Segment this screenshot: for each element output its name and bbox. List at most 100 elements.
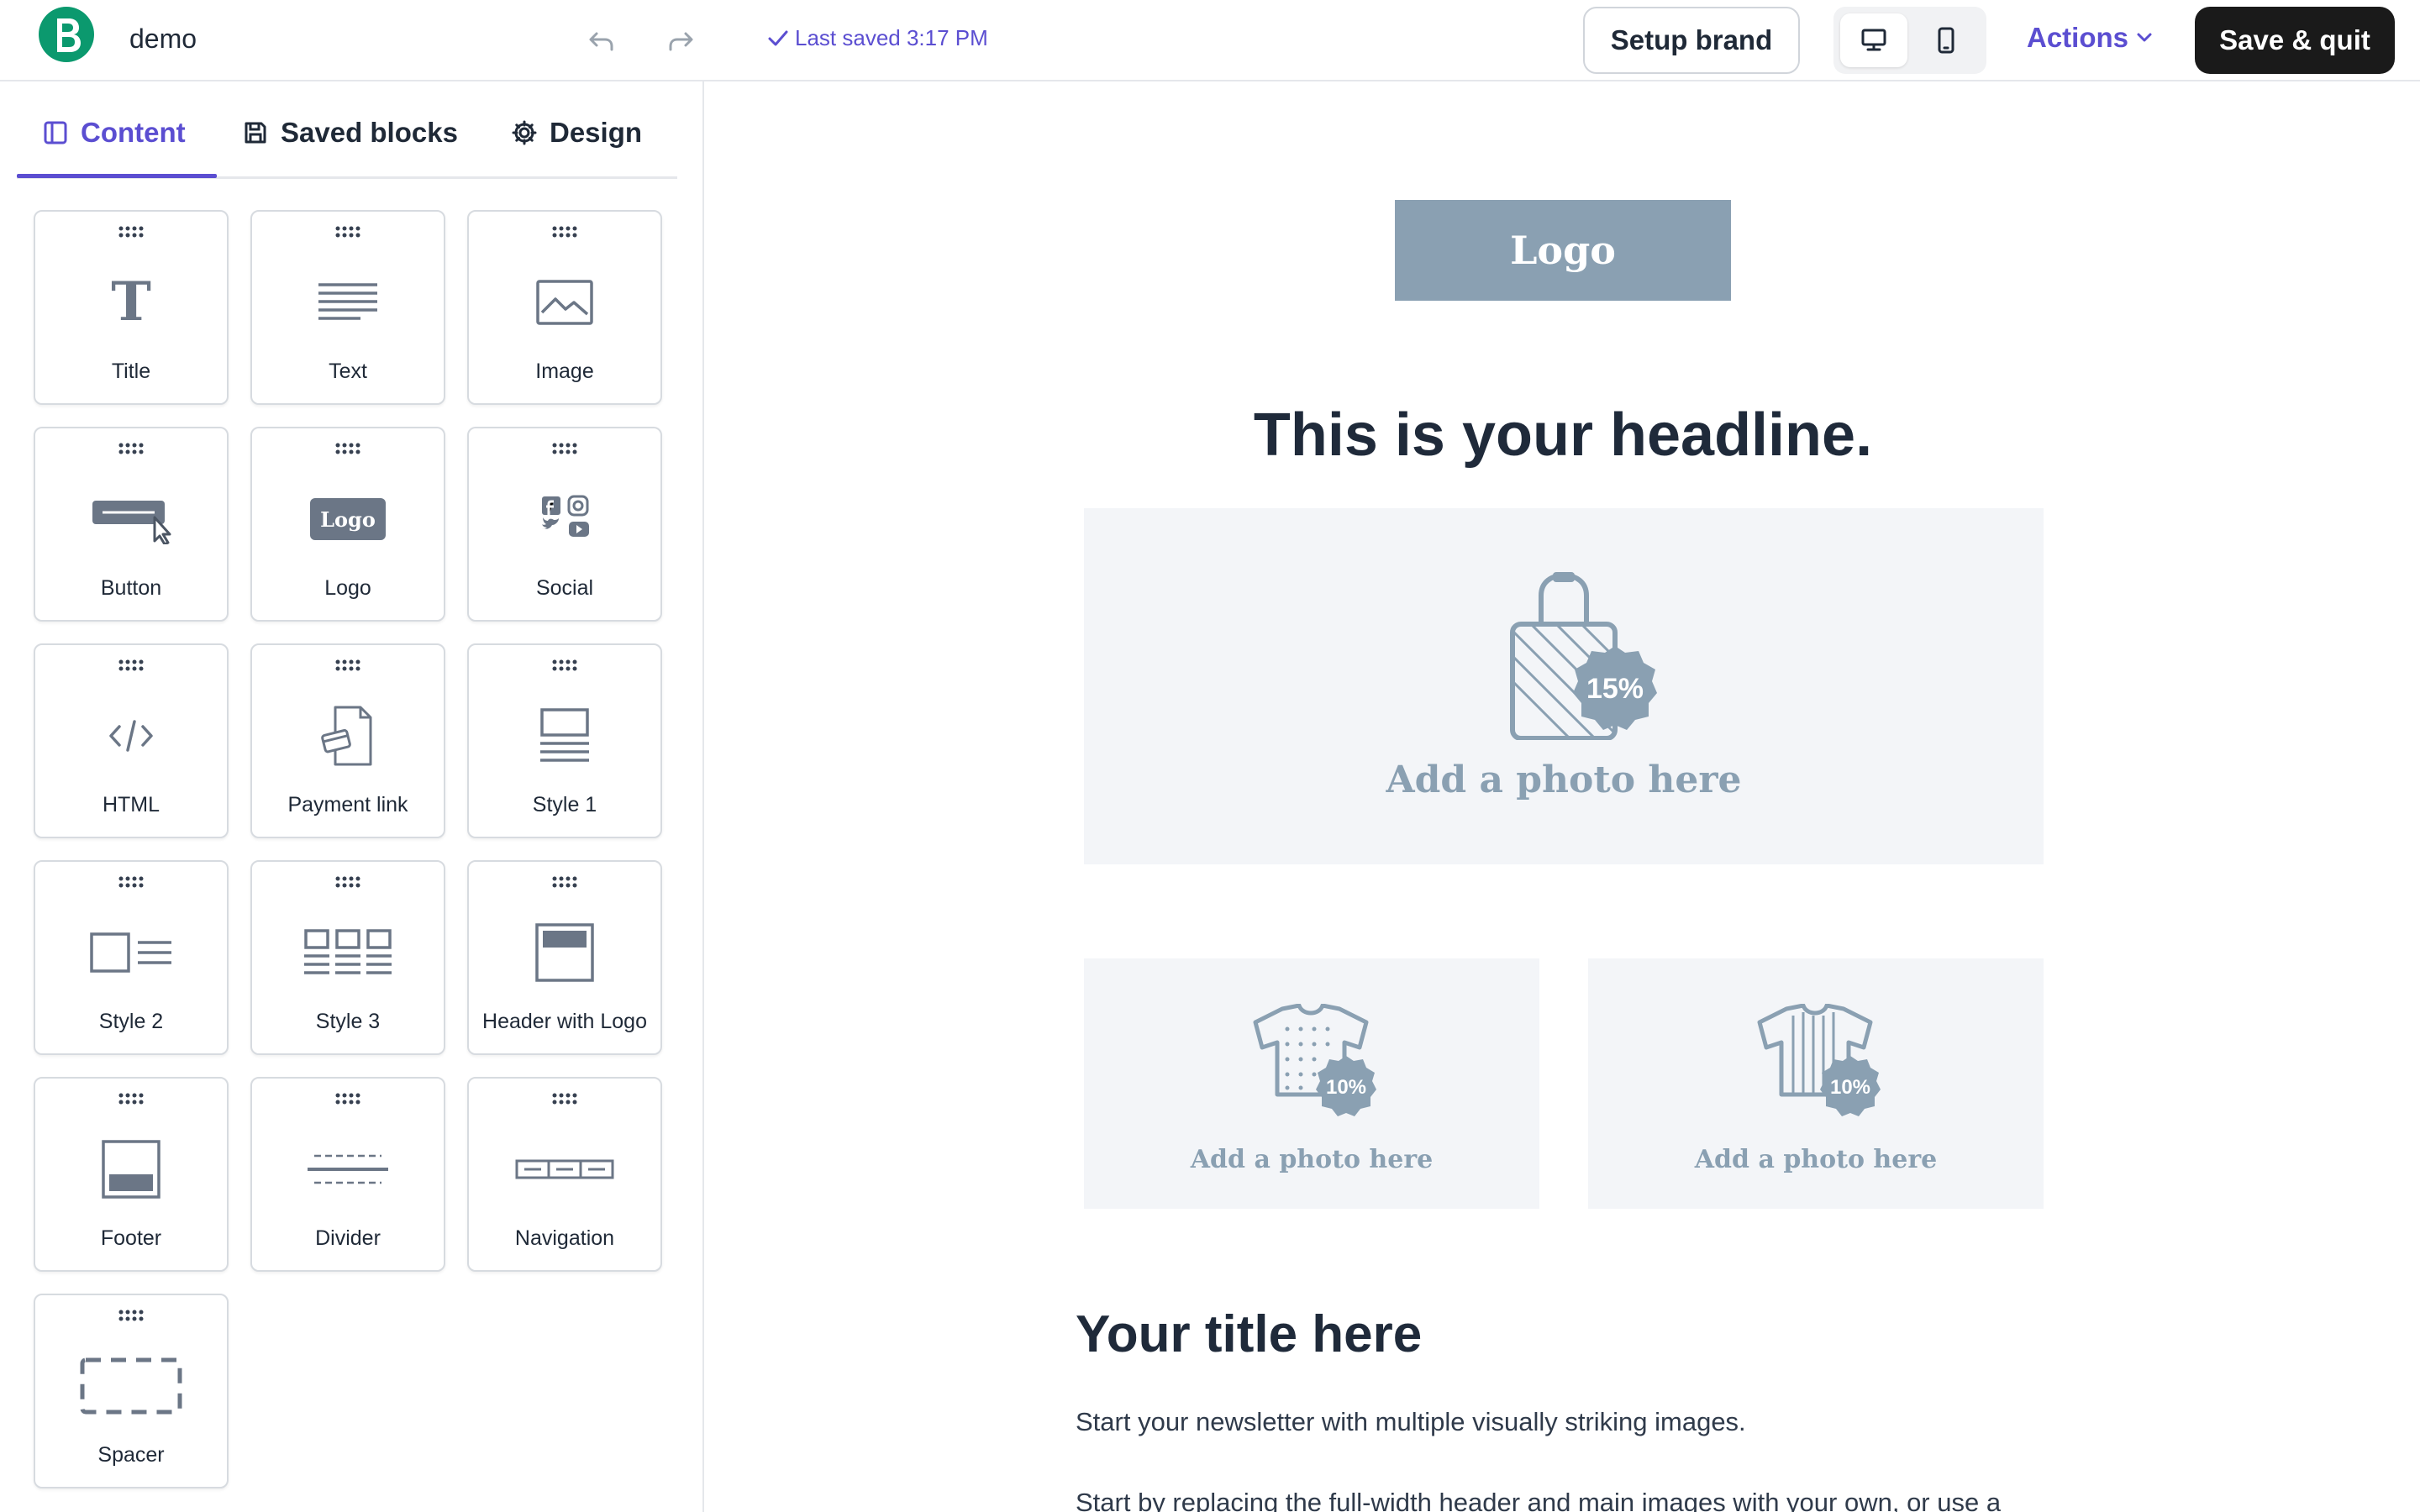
drag-handle-icon[interactable] (332, 442, 366, 455)
photo-left-text: Add a photo here (1190, 1145, 1434, 1174)
photo-left-discount: 10% (1326, 1076, 1366, 1099)
text-lines-icon (252, 267, 444, 338)
email-headline[interactable]: This is your headline. (1059, 401, 2067, 470)
tab-content[interactable]: Content (42, 112, 186, 154)
svg-text:T: T (111, 273, 151, 332)
block-footer[interactable]: Footer (34, 1077, 229, 1272)
device-toggle (1833, 7, 1986, 74)
block-label: Header with Logo (482, 1010, 647, 1033)
dotted-tshirt-icon: 10% (1253, 1004, 1376, 1116)
block-label: Button (100, 576, 162, 600)
header-logo-icon (469, 917, 660, 988)
actions-menu[interactable]: Actions (2027, 22, 2154, 54)
image-icon (469, 267, 660, 338)
check-icon (768, 30, 788, 45)
block-label: Style 1 (532, 793, 597, 816)
drag-handle-icon[interactable] (332, 875, 366, 889)
style-2-layout-icon (35, 917, 227, 988)
drag-handle-icon[interactable] (115, 442, 149, 455)
tab-design[interactable]: Design (511, 112, 642, 154)
active-tab-indicator (17, 174, 217, 178)
block-label: Spacer (97, 1443, 165, 1467)
drag-handle-icon[interactable] (549, 875, 582, 889)
drag-handle-icon[interactable] (549, 225, 582, 239)
logo-badge-text: Logo (310, 498, 386, 540)
undo-icon[interactable] (585, 24, 618, 57)
block-image[interactable]: Image (467, 210, 662, 405)
drag-handle-icon[interactable] (332, 1092, 366, 1105)
drag-handle-icon[interactable] (549, 442, 582, 455)
block-payment-link[interactable]: Payment link (250, 643, 445, 838)
payment-document-icon (252, 701, 444, 771)
block-navigation[interactable]: Navigation (467, 1077, 662, 1272)
block-label: Footer (100, 1226, 162, 1250)
actions-label: Actions (2027, 22, 2129, 53)
setup-brand-button[interactable]: Setup brand (1583, 7, 1800, 74)
drag-handle-icon[interactable] (115, 875, 149, 889)
desktop-preview-button[interactable] (1840, 13, 1907, 67)
paragraph-2[interactable]: Start by replacing the full-width header… (1076, 1488, 2001, 1512)
photo-right-discount: 10% (1830, 1076, 1870, 1099)
mobile-preview-button[interactable] (1912, 13, 1980, 67)
drag-handle-icon[interactable] (115, 1092, 149, 1105)
redo-icon[interactable] (664, 24, 697, 57)
photo-placeholder-right[interactable]: 10% Add a photo here (1588, 958, 2044, 1209)
drag-handle-icon[interactable] (332, 659, 366, 672)
block-logo[interactable]: Logo Logo (250, 427, 445, 622)
drag-handle-icon[interactable] (549, 1092, 582, 1105)
save-quit-button[interactable]: Save & quit (2195, 7, 2395, 74)
block-label: Payment link (287, 793, 408, 816)
tab-saved-blocks[interactable]: Saved blocks (242, 112, 458, 154)
block-title[interactable]: T Title (34, 210, 229, 405)
block-social[interactable]: Social (467, 427, 662, 622)
layout-panel-icon (44, 121, 67, 144)
block-label: Text (329, 360, 367, 383)
block-label: Title (111, 360, 151, 383)
block-text[interactable]: Text (250, 210, 445, 405)
block-divider[interactable]: Divider (250, 1077, 445, 1272)
block-label: Divider (315, 1226, 381, 1250)
brevo-logo-icon[interactable] (39, 7, 94, 62)
footer-icon (35, 1134, 227, 1205)
tab-saved-blocks-label: Saved blocks (281, 117, 458, 148)
drag-handle-icon[interactable] (115, 225, 149, 239)
top-toolbar: demo Last saved 3:17 PM Setup brand Acti… (0, 0, 2420, 81)
block-label: Logo (324, 576, 371, 600)
block-label: Style 3 (315, 1010, 381, 1033)
logo-badge-icon: Logo (252, 484, 444, 554)
email-canvas: Logo This is your headline. 15% Add a ph… (706, 81, 2420, 1512)
floppy-disk-icon (245, 122, 266, 144)
block-label: Image (535, 360, 594, 383)
style-1-layout-icon (469, 701, 660, 771)
block-style-3[interactable]: Style 3 (250, 860, 445, 1055)
sidebar-tabs: Content Saved blocks Design (17, 81, 677, 179)
block-style-1[interactable]: Style 1 (467, 643, 662, 838)
email-logo-placeholder[interactable]: Logo (1395, 200, 1731, 301)
shopping-bag-discount-icon: 15% (1510, 572, 1657, 740)
block-style-2[interactable]: Style 2 (34, 860, 229, 1055)
block-header-with-logo[interactable]: Header with Logo (467, 860, 662, 1055)
drag-handle-icon[interactable] (115, 659, 149, 672)
mobile-icon (1938, 27, 1954, 54)
blocks-sidebar: Content Saved blocks Design T Title Text… (0, 81, 704, 1512)
drag-handle-icon[interactable] (332, 225, 366, 239)
block-spacer[interactable]: Spacer (34, 1294, 229, 1488)
tab-design-label: Design (550, 117, 643, 148)
hero-photo-placeholder[interactable]: 15% Add a photo here (1084, 508, 2044, 864)
drag-handle-icon[interactable] (549, 659, 582, 672)
block-label: Navigation (514, 1226, 615, 1250)
code-icon (35, 701, 227, 771)
block-html[interactable]: HTML (34, 643, 229, 838)
section-title[interactable]: Your title here (1076, 1305, 1422, 1364)
hero-photo-text: Add a photo here (1386, 759, 1742, 801)
photo-right-text: Add a photo here (1694, 1145, 1938, 1174)
paragraph-1[interactable]: Start your newsletter with multiple visu… (1076, 1407, 1746, 1437)
document-name[interactable]: demo (129, 24, 197, 55)
divider-icon (252, 1134, 444, 1205)
photo-placeholder-left[interactable]: 10% Add a photo here (1084, 958, 1539, 1209)
block-button[interactable]: Button (34, 427, 229, 622)
tab-content-label: Content (81, 117, 186, 148)
drag-handle-icon[interactable] (115, 1309, 149, 1322)
save-status-text: Last saved 3:17 PM (795, 25, 988, 50)
button-cursor-icon (35, 484, 227, 554)
